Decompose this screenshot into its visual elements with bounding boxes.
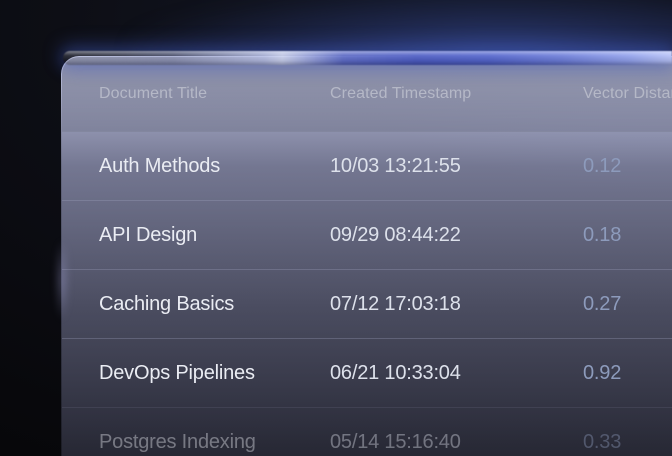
left-edge-glow: [54, 225, 70, 335]
document-title-cell: DevOps Pipelines: [99, 362, 330, 385]
table-row[interactable]: Postgres Indexing 05/14 15:16:40 0.33: [62, 407, 672, 456]
table-row[interactable]: DevOps Pipelines 06/21 10:33:04 0.92: [62, 338, 672, 407]
table-row[interactable]: API Design 09/29 08:44:22 0.18: [62, 200, 672, 269]
table-header-row: Document Title Created Timestamp Vector …: [62, 57, 672, 132]
documents-table-panel: Document Title Created Timestamp Vector …: [62, 57, 672, 456]
table-row[interactable]: Caching Basics 07/12 17:03:18 0.27: [62, 269, 672, 338]
created-timestamp-cell: 05/14 15:16:40: [330, 431, 583, 454]
vector-distance-cell: 0.12: [583, 155, 672, 178]
document-title-cell: API Design: [99, 224, 330, 247]
vector-distance-cell: 0.33: [583, 431, 672, 454]
document-title-cell: Auth Methods: [99, 155, 330, 178]
document-title-cell: Caching Basics: [99, 293, 330, 316]
page-background: Document Title Created Timestamp Vector …: [0, 0, 672, 456]
vector-distance-cell: 0.18: [583, 224, 672, 247]
created-timestamp-cell: 09/29 08:44:22: [330, 224, 583, 247]
vector-distance-cell: 0.92: [583, 362, 672, 385]
column-header-created-timestamp: Created Timestamp: [330, 85, 583, 103]
created-timestamp-cell: 06/21 10:33:04: [330, 362, 583, 385]
created-timestamp-cell: 10/03 13:21:55: [330, 155, 583, 178]
vector-distance-cell: 0.27: [583, 293, 672, 316]
created-timestamp-cell: 07/12 17:03:18: [330, 293, 583, 316]
column-header-vector-distance: Vector Distance: [583, 85, 672, 103]
table-row[interactable]: Auth Methods 10/03 13:21:55 0.12: [62, 132, 672, 200]
column-header-document-title: Document Title: [99, 85, 330, 103]
document-title-cell: Postgres Indexing: [99, 431, 330, 454]
light-streak: [63, 51, 672, 65]
